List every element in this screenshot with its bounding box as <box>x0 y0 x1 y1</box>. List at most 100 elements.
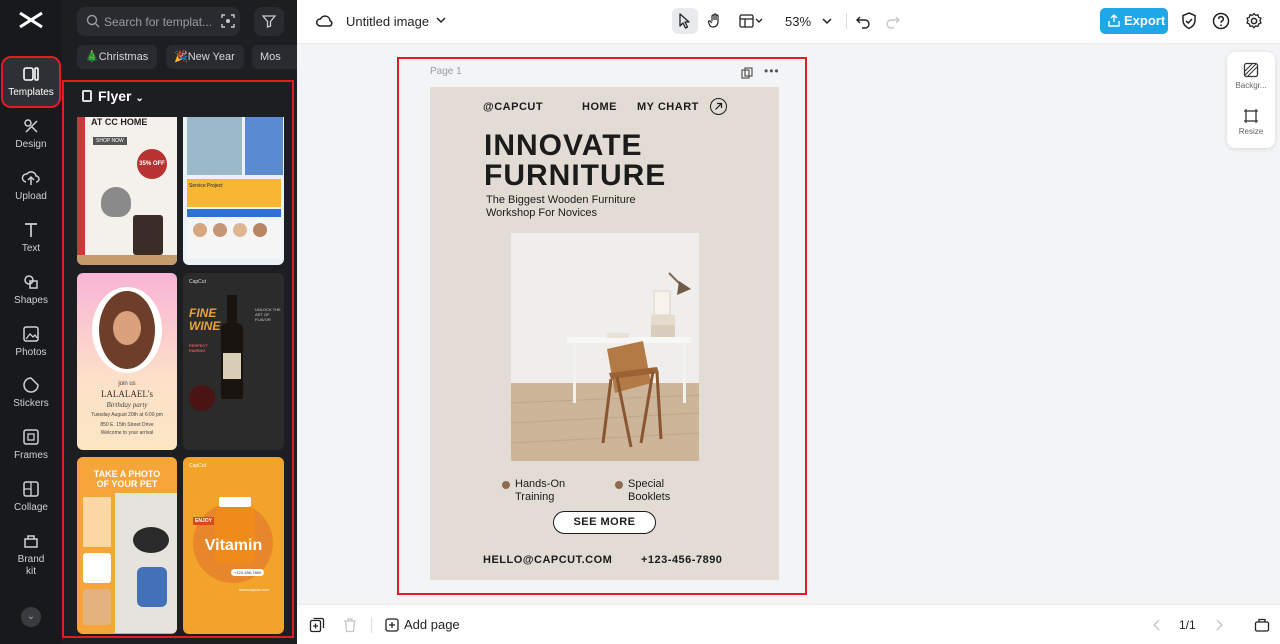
flyer-nav-home[interactable]: HOME <box>582 101 617 113</box>
sidebar-item-collage[interactable]: Collage <box>3 473 59 521</box>
page-layout-icon[interactable] <box>1254 617 1270 633</box>
page-more-icon[interactable]: ••• <box>764 64 780 78</box>
flyer-brand[interactable]: @CAPCUT <box>483 101 543 113</box>
thumb-badge: 35% OFF <box>137 149 167 179</box>
top-toolbar: Untitled image 53% Export <box>297 0 1280 44</box>
chip-christmas[interactable]: 🎄Christmas <box>77 45 157 69</box>
previous-page-icon[interactable] <box>1152 619 1162 631</box>
bottom-toolbar: Add page 1/1 <box>297 604 1280 644</box>
upload-icon <box>21 168 41 188</box>
left-rail: Templates Design Upload Text Shapes Phot… <box>0 0 62 644</box>
flyer-subtitle-line1[interactable]: The Biggest Wooden Furniture <box>486 194 636 206</box>
thumb-site: www.capcut.com <box>239 587 270 592</box>
template-thumb-birthday[interactable]: join us LALALAEL's Birthday party Tuesda… <box>77 273 177 450</box>
thumb-name: LALALAEL's <box>100 389 154 399</box>
resize-button[interactable]: Resize <box>1227 108 1275 136</box>
toolbar-divider <box>371 617 372 633</box>
see-more-button[interactable]: SEE MORE <box>553 511 656 534</box>
thumb-brand: CapCut <box>189 279 206 285</box>
thumb-wine: WINE <box>189 319 221 333</box>
trash-icon[interactable] <box>343 617 357 633</box>
flyer-subtitle-line2[interactable]: Workshop For Novices <box>486 207 597 219</box>
thumb-pet-title1: TAKE A PHOTO <box>93 469 161 479</box>
template-thumb-coffee[interactable]: AT CC HOME SHOP NOW 35% OFF <box>77 117 177 265</box>
export-icon <box>1108 14 1120 27</box>
shield-icon[interactable] <box>1179 11 1199 31</box>
sidebar-item-brand-kit[interactable]: Brand kit <box>3 525 59 581</box>
redo-icon[interactable] <box>885 13 901 29</box>
shapes-icon <box>21 272 41 292</box>
sidebar-item-stickers[interactable]: Stickers <box>3 369 59 417</box>
template-thumb-medical[interactable]: Service Project <box>183 117 284 265</box>
template-thumb-pet[interactable]: TAKE A PHOTO OF YOUR PET <box>77 457 177 634</box>
filter-button[interactable] <box>254 7 284 36</box>
flyer-nav-chart[interactable]: MY CHART <box>637 101 699 113</box>
thumb-addr: 850 E. 15th Street Drive <box>100 422 154 428</box>
thumb-service: Service Project <box>189 183 223 189</box>
template-thumb-vitamin[interactable]: CapCut ENJOY Vitamin +123-456-7890 www.c… <box>183 457 284 634</box>
background-button[interactable]: Backgr... <box>1227 62 1275 90</box>
sidebar-item-shapes[interactable]: Shapes <box>3 266 59 314</box>
sidebar-item-label: Upload <box>15 191 47 202</box>
layout-tool-button[interactable] <box>734 8 768 34</box>
hand-tool-button[interactable] <box>702 8 728 34</box>
chip-more[interactable]: Mos <box>252 45 297 69</box>
image-search-icon[interactable] <box>220 13 236 29</box>
template-thumb-wine[interactable]: CapCut FINE WINE PERFECT PAIRING UNLOCK … <box>183 273 284 450</box>
sidebar-item-templates[interactable]: Templates <box>1 56 61 108</box>
flyer-title-line1[interactable]: INNOVATE <box>484 131 643 161</box>
search-input[interactable]: Search for templat... <box>77 7 240 36</box>
thumb-enjoy: ENJOY <box>193 517 214 525</box>
zoom-level[interactable]: 53% <box>785 14 811 29</box>
category-label: Flyer <box>98 88 132 104</box>
collapse-chevron-icon[interactable]: ⌄ <box>21 607 41 627</box>
templates-icon <box>21 64 41 84</box>
sidebar-item-frames[interactable]: Frames <box>3 421 59 469</box>
flyer-phone[interactable]: +123-456-7890 <box>641 554 722 566</box>
templates-panel: Search for templat... 🎄Christmas 🎉New Ye… <box>62 0 297 644</box>
zoom-chevron-icon[interactable] <box>822 16 832 26</box>
sidebar-item-label: Templates <box>8 87 54 98</box>
thumb-pet-title2: OF YOUR PET <box>96 479 158 489</box>
cloud-icon[interactable] <box>316 13 334 29</box>
sidebar-item-label: Photos <box>15 347 47 358</box>
sidebar-item-photos[interactable]: Photos <box>3 318 59 366</box>
flyer-title-line2[interactable]: FURNITURE <box>484 161 666 191</box>
stickers-icon <box>21 375 41 395</box>
settings-icon[interactable] <box>1244 11 1264 31</box>
thumb-date: Tuesday August 20th at 6:00 pm <box>91 412 163 418</box>
sidebar-item-label: Collage <box>14 502 48 513</box>
chevron-down-icon[interactable] <box>436 15 446 25</box>
sidebar-item-text[interactable]: Text <box>3 214 59 262</box>
sidebar-item-upload[interactable]: Upload <box>3 162 59 210</box>
undo-icon[interactable] <box>855 13 871 29</box>
sidebar-item-design[interactable]: Design <box>3 110 59 158</box>
pages-icon[interactable] <box>309 617 325 633</box>
flyer-page[interactable]: @CAPCUT HOME MY CHART INNOVATE FURNITURE… <box>430 87 779 580</box>
arrow-circle-icon[interactable] <box>710 98 727 115</box>
duplicate-page-icon[interactable] <box>741 67 753 79</box>
help-icon[interactable] <box>1211 11 1231 31</box>
next-page-icon[interactable] <box>1214 619 1224 631</box>
add-page-button[interactable]: Add page <box>385 617 460 632</box>
select-tool-button[interactable] <box>672 8 698 34</box>
export-button[interactable]: Export <box>1100 8 1168 34</box>
sidebar-item-label: Text <box>21 243 41 254</box>
chip-new-year[interactable]: 🎉New Year <box>166 45 244 69</box>
background-label: Backgr... <box>1235 81 1267 90</box>
bullet-line: Booklets <box>628 491 671 503</box>
add-page-label: Add page <box>404 617 460 632</box>
hand-icon <box>707 13 719 28</box>
bullet-special[interactable]: Special Booklets <box>615 478 671 504</box>
document-title[interactable]: Untitled image <box>346 14 429 29</box>
bullet-hands-on[interactable]: Hands-On Training <box>502 478 565 504</box>
search-placeholder: Search for templat... <box>104 15 213 29</box>
thumb-brand: CapCut <box>189 463 206 469</box>
flyer-photo[interactable] <box>511 233 699 461</box>
sidebar-item-label: Design <box>15 139 47 150</box>
flyer-email[interactable]: HELLO@CAPCUT.COM <box>483 554 612 566</box>
sidebar-item-label: Stickers <box>13 398 49 409</box>
filter-icon <box>262 15 276 28</box>
category-dropdown[interactable]: Flyer ⌄ <box>82 88 144 104</box>
capcut-logo[interactable] <box>17 8 45 32</box>
